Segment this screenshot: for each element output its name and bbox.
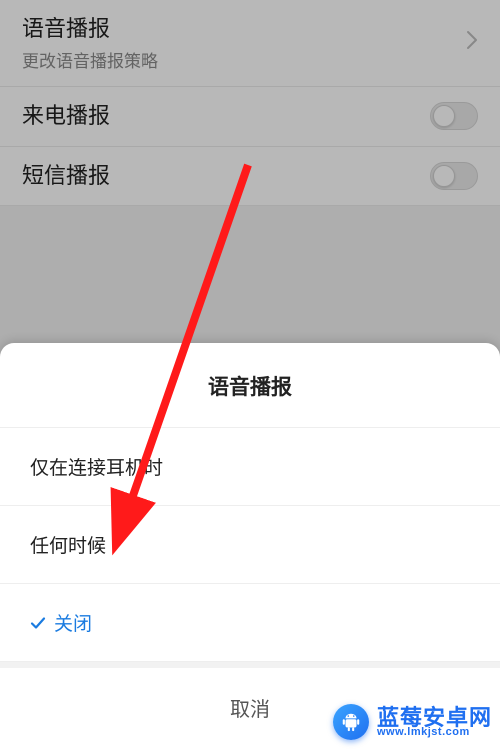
checkmark-icon bbox=[30, 615, 46, 631]
page-root: 语音播报 更改语音播报策略 来电播报 短信播报 bbox=[0, 0, 500, 752]
sheet-option-headphones[interactable]: 仅在连接耳机时 bbox=[0, 428, 500, 506]
action-sheet: 语音播报 仅在连接耳机时 任何时候 关闭 取消 bbox=[0, 343, 500, 752]
sheet-option-off[interactable]: 关闭 bbox=[0, 584, 500, 662]
sheet-option-label: 任何时候 bbox=[30, 531, 106, 558]
sheet-option-label: 仅在连接耳机时 bbox=[30, 453, 163, 480]
action-sheet-title: 语音播报 bbox=[0, 343, 500, 428]
sheet-cancel-label: 取消 bbox=[230, 699, 270, 721]
sheet-cancel-button[interactable]: 取消 bbox=[0, 662, 500, 752]
sheet-option-always[interactable]: 任何时候 bbox=[0, 506, 500, 584]
sheet-option-label: 关闭 bbox=[54, 609, 92, 636]
